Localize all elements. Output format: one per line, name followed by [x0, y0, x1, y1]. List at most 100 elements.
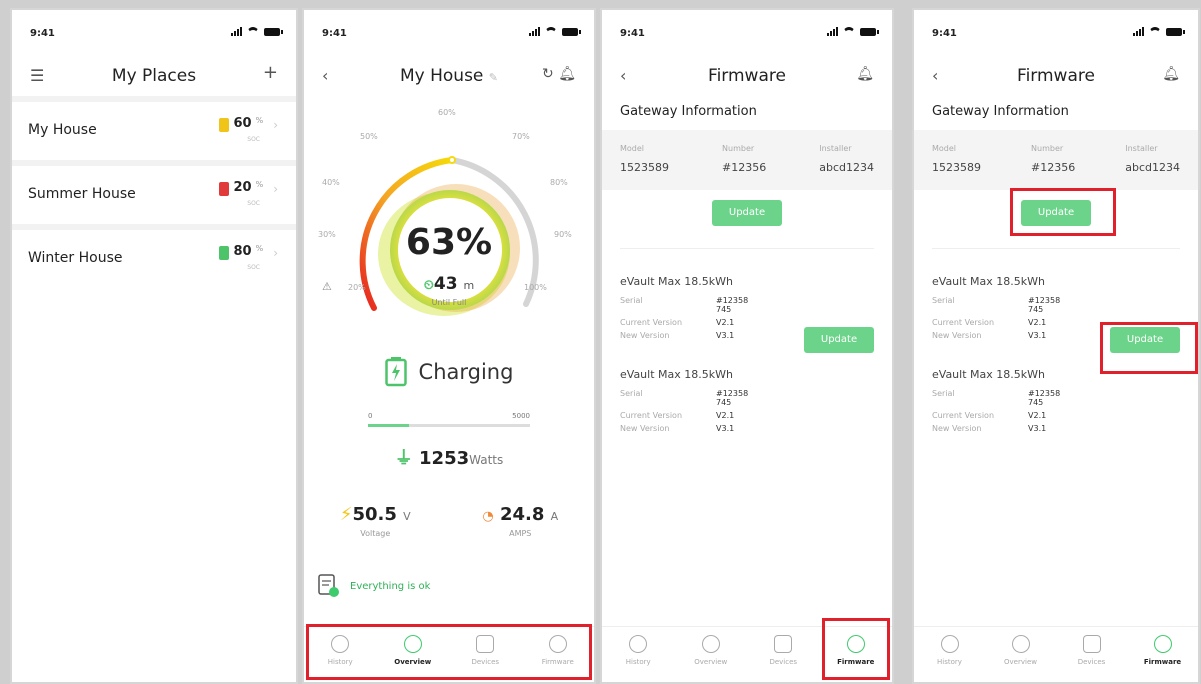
gw-value: #12356: [722, 161, 767, 174]
nav-bar: ☰ My Places +: [12, 56, 296, 96]
gateway-model: Model 1523589: [932, 144, 981, 190]
tab-firmware[interactable]: Firmware: [1127, 627, 1198, 682]
tick-label: 40%: [322, 178, 340, 187]
battery-icon: [1166, 28, 1185, 36]
watts-value: 1253: [419, 448, 470, 469]
places-list: My House 60 % › SOC Summer House 20 % › …: [12, 96, 296, 288]
current-version-key: Current Version: [932, 411, 995, 420]
serial-part: 745: [1028, 305, 1044, 314]
gw-key: Model: [620, 144, 645, 153]
status-bar: 9:41: [602, 10, 892, 56]
status-bar: 9:41: [12, 10, 296, 56]
device-details: Serial #12358 745 Current Version V2.1 New …: [620, 387, 748, 435]
plug-icon: ⏚: [394, 448, 413, 469]
new-version-value: V3.1: [716, 424, 735, 433]
status-bar: 9:41: [914, 10, 1198, 56]
place-row-summer-house[interactable]: Summer House 20 % › SOC: [12, 166, 296, 224]
gw-value: #12356: [1031, 161, 1076, 174]
chevron-right-icon: ›: [273, 118, 278, 132]
tab-label: Devices: [1077, 658, 1106, 666]
device-name: eVault Max 18.5kWh: [620, 368, 733, 381]
gateway-heading: Gateway Information: [620, 104, 757, 119]
current-version-value: V2.1: [1028, 318, 1047, 327]
amps-label: AMPS: [509, 529, 532, 538]
screen-firmware-highlighted: 9:41 ‹ Firmware 🔔︎ Gateway Information M…: [912, 8, 1200, 684]
power-range: 0 5000: [368, 412, 530, 430]
overview-icon: [1011, 635, 1030, 653]
bell-icon[interactable]: 🔔︎: [856, 66, 874, 82]
amps-unit: A: [550, 510, 559, 523]
gw-key: Number: [722, 144, 755, 153]
status-time: 9:41: [620, 28, 645, 39]
tab-label: Devices: [769, 658, 798, 666]
charging-status: Charging: [304, 344, 594, 400]
device-update-button[interactable]: Update: [804, 327, 874, 353]
devices-icon: [1082, 635, 1101, 653]
battery-icon: [860, 28, 879, 36]
gw-key: Installer: [1125, 144, 1158, 153]
status-bar: 9:41: [304, 10, 594, 56]
place-row-winter-house[interactable]: Winter House 80 % › SOC: [12, 230, 296, 288]
signal-icon: [827, 27, 838, 36]
tab-history[interactable]: History: [602, 627, 675, 682]
status-ok-row: Everything is ok: [318, 574, 594, 598]
metrics-row: ⚡50.5 V Voltage ◔ 24.8 A AMPS: [304, 504, 594, 538]
gw-value: abcd1234: [819, 161, 874, 174]
screen-house-overview: 9:41 ‹ My House ✎ ↻ 🔔︎ 20% 30% 40% 50% 6…: [302, 8, 596, 684]
range-max: 5000: [512, 412, 530, 420]
new-version-value: V3.1: [716, 331, 735, 340]
tab-label: Firmware: [1143, 658, 1182, 666]
gateway-installer: Installer abcd1234: [819, 144, 874, 190]
time-to-full: ⏲43 m: [304, 274, 594, 294]
divider: [620, 248, 874, 249]
tab-devices[interactable]: Devices: [747, 627, 820, 682]
bell-icon[interactable]: 🔔︎: [558, 66, 576, 82]
new-version-key: New Version: [932, 331, 982, 340]
serial-key: Serial: [620, 296, 643, 305]
device-card: eVault Max 18.5kWh Serial #12358 745 Curre…: [602, 368, 892, 435]
wifi-icon: [843, 27, 855, 36]
serial-key: Serial: [932, 296, 955, 305]
tab-label: Overview: [694, 658, 728, 666]
device-name: eVault Max 18.5kWh: [932, 275, 1045, 288]
serial-part: 745: [716, 398, 732, 407]
status-time: 9:41: [30, 28, 55, 39]
tick-label: 70%: [512, 132, 530, 141]
current-version-value: V2.1: [1028, 411, 1047, 420]
tab-overview[interactable]: Overview: [985, 627, 1056, 682]
gateway-heading: Gateway Information: [932, 104, 1069, 119]
tab-history[interactable]: History: [914, 627, 985, 682]
status-time: 9:41: [322, 28, 347, 39]
tab-overview[interactable]: Overview: [675, 627, 748, 682]
device-card: eVault Max 18.5kWh Serial #12358 745 Curre…: [602, 275, 892, 353]
gateway-update-button[interactable]: Update: [712, 200, 782, 226]
amps-value: 24.8: [499, 504, 545, 525]
power-readout: ⏚ 1253Watts: [304, 444, 594, 470]
chevron-right-icon: ›: [273, 246, 278, 260]
range-min: 0: [368, 412, 373, 420]
signal-icon: [1133, 27, 1144, 36]
place-row-my-house[interactable]: My House 60 % › SOC: [12, 102, 296, 160]
current-version-key: Current Version: [932, 318, 995, 327]
add-icon[interactable]: +: [263, 62, 278, 83]
gauge-icon: ◔: [482, 509, 494, 524]
bell-icon[interactable]: 🔔︎: [1162, 66, 1180, 82]
soc-value: 60: [233, 116, 252, 131]
tick-label: 60%: [438, 108, 456, 117]
status-time: 9:41: [932, 28, 957, 39]
voltage-label: Voltage: [360, 529, 391, 538]
tab-label: History: [937, 658, 962, 666]
refresh-icon[interactable]: ↻: [542, 66, 554, 82]
edit-icon[interactable]: ✎: [489, 71, 498, 84]
place-name: Summer House: [28, 186, 136, 202]
current-version-value: V2.1: [716, 318, 735, 327]
gateway-installer: Installer abcd1234: [1125, 144, 1180, 190]
device-details: Serial #12358 745 Current Version V2.1 New …: [932, 387, 1060, 435]
serial-part: #12358: [716, 389, 749, 398]
chevron-right-icon: ›: [273, 182, 278, 196]
tab-devices[interactable]: Devices: [1056, 627, 1127, 682]
report-ok-icon: [318, 574, 339, 597]
new-version-key: New Version: [620, 331, 670, 340]
soc-label: SOC: [247, 136, 260, 143]
page-title: Firmware: [1017, 66, 1095, 86]
